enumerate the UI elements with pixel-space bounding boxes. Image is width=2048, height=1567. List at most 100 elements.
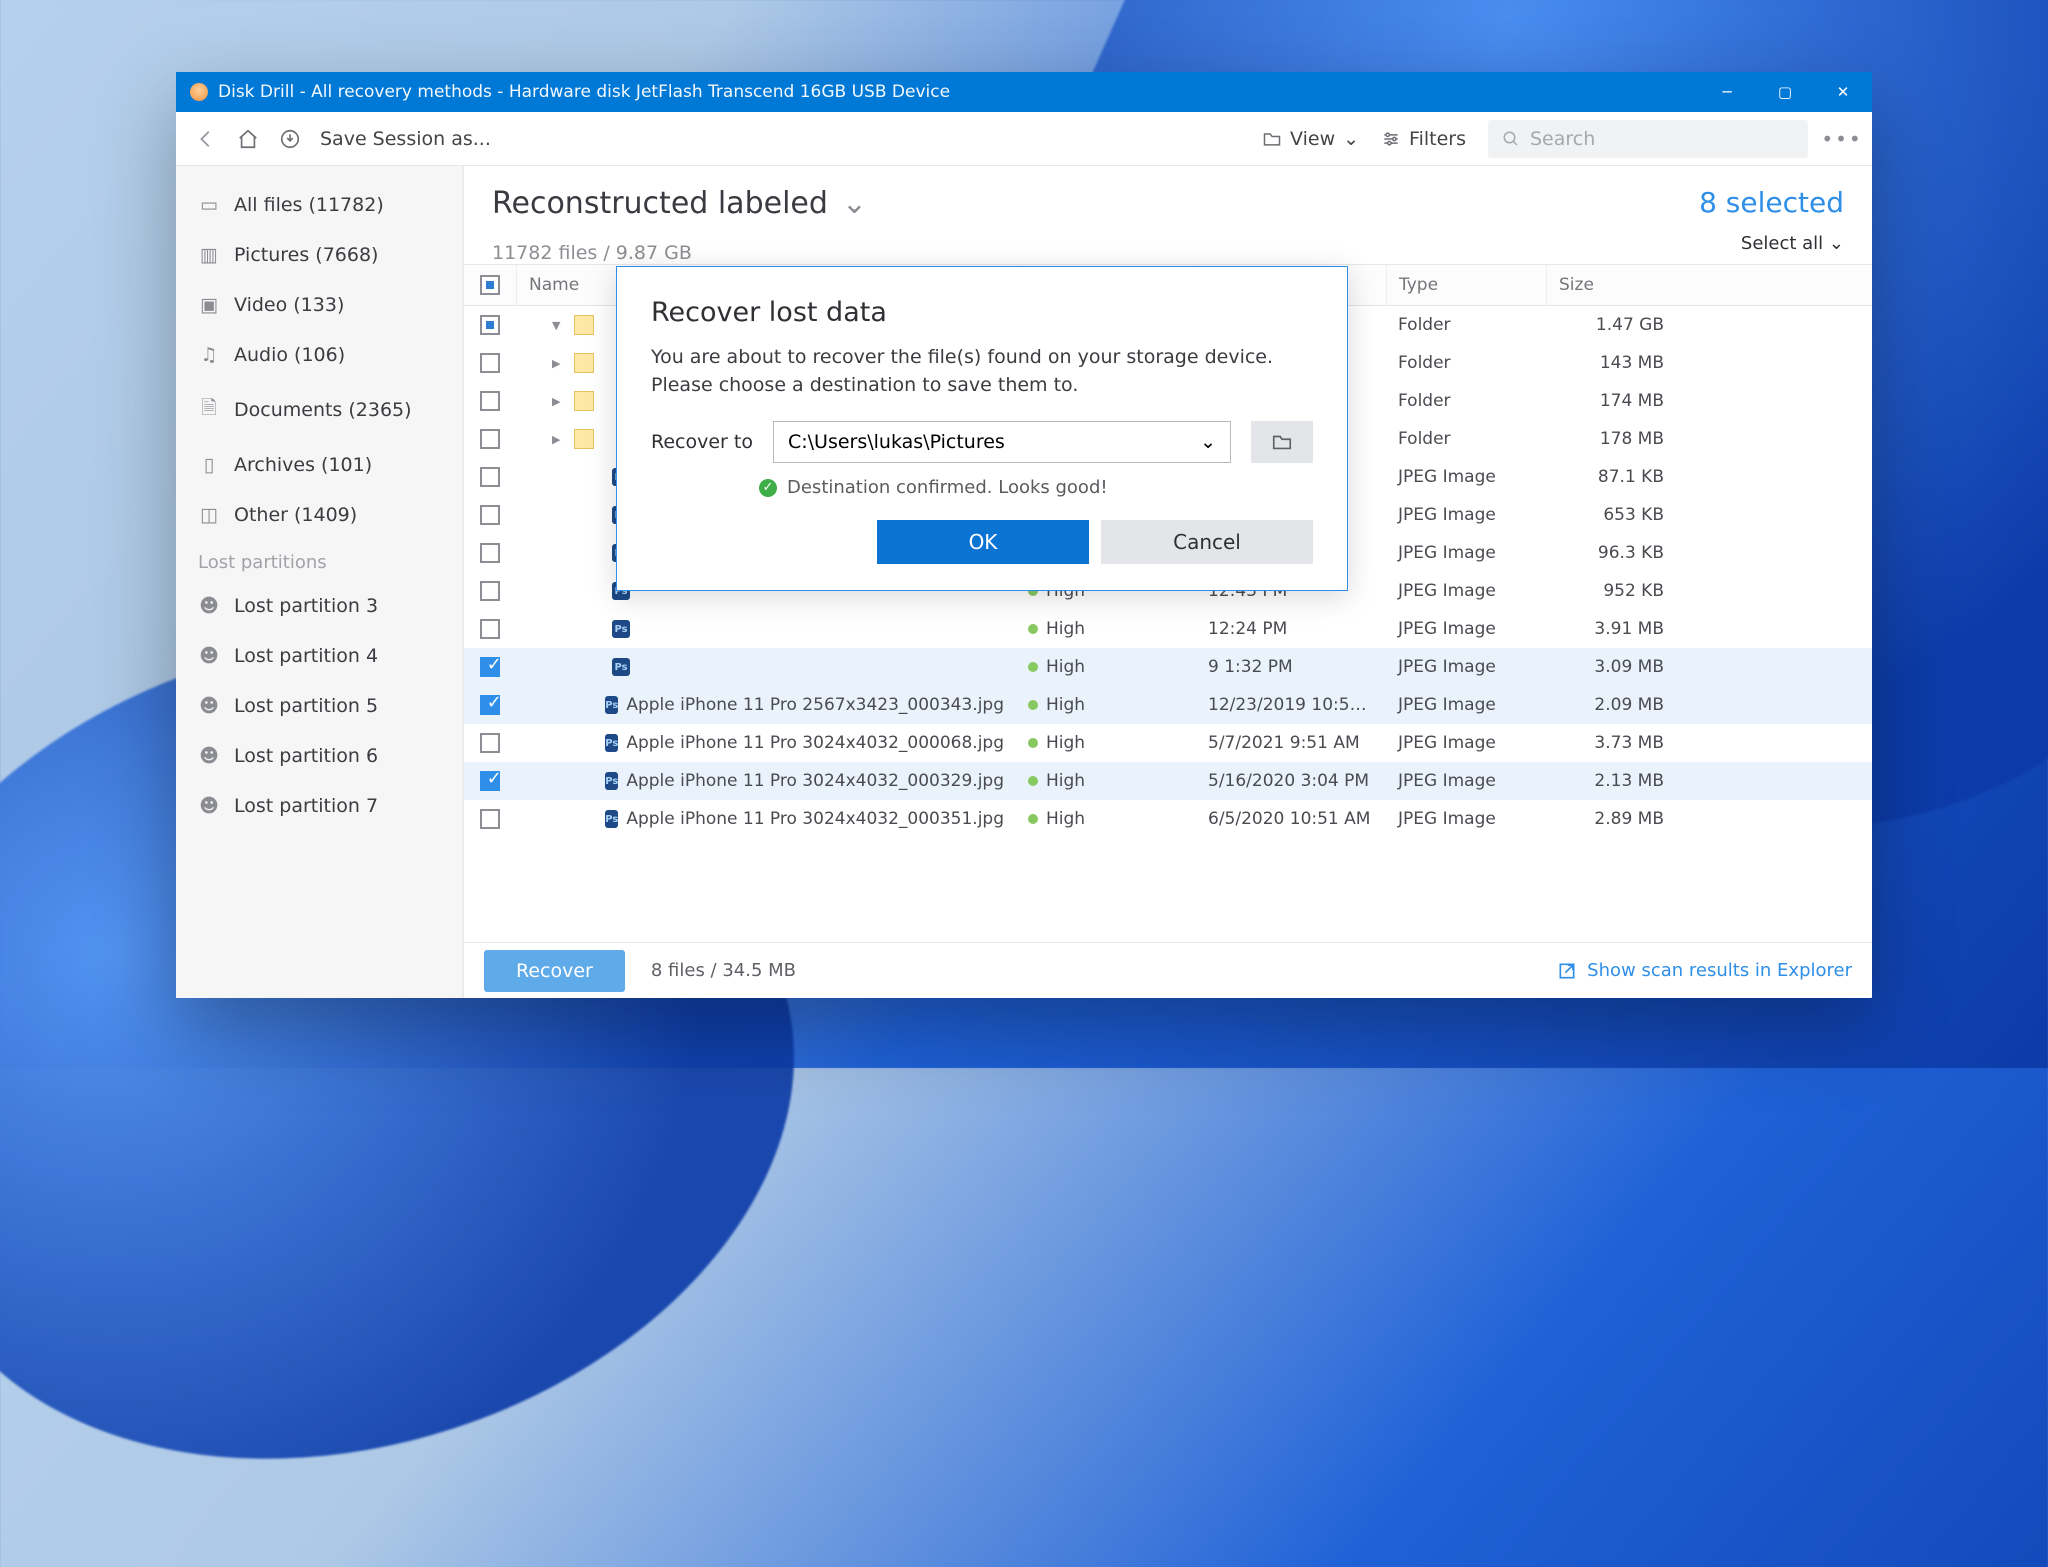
- row-size: 2.89 MB: [1546, 809, 1686, 829]
- sidebar-item-0[interactable]: ▭ All files (11782): [176, 180, 462, 230]
- destination-combo[interactable]: C:\Users\lukas\Pictures ⌄: [773, 421, 1231, 463]
- row-size: 653 KB: [1546, 505, 1686, 525]
- view-dropdown[interactable]: View ⌄: [1262, 128, 1359, 150]
- lost-partition-4[interactable]: ☻Lost partition 7: [176, 781, 462, 831]
- dialog-body: You are about to recover the file(s) fou…: [651, 344, 1313, 399]
- ps-icon: Ps: [605, 696, 618, 714]
- lost-partition-3[interactable]: ☻Lost partition 6: [176, 731, 462, 781]
- row-checkbox[interactable]: [480, 809, 500, 829]
- row-checkbox[interactable]: [480, 467, 500, 487]
- window-title: Disk Drill - All recovery methods - Hard…: [218, 82, 1698, 102]
- row-size: 2.09 MB: [1546, 695, 1686, 715]
- sidebar-item-label: All files (11782): [234, 194, 384, 216]
- select-all[interactable]: Select all ⌄: [1713, 227, 1872, 264]
- row-type: JPEG Image: [1386, 467, 1546, 487]
- toolbar: Save Session as... View ⌄ Filters Search…: [176, 112, 1872, 166]
- row-checkbox[interactable]: [480, 733, 500, 753]
- sidebar-item-5[interactable]: ▯Archives (101): [176, 440, 462, 490]
- show-in-explorer-link[interactable]: Show scan results in Explorer: [1557, 960, 1852, 981]
- breadcrumb-label: Reconstructed labeled: [492, 186, 828, 221]
- row-checkbox[interactable]: [480, 657, 500, 677]
- search-icon: [1502, 130, 1520, 148]
- save-session-icon[interactable]: [278, 127, 302, 151]
- lost-partition-0[interactable]: ☻Lost partition 3: [176, 581, 462, 631]
- sidebar-item-6[interactable]: ◫Other (1409): [176, 490, 462, 540]
- table-row[interactable]: PsHigh12:24 PMJPEG Image3.91 MB: [464, 610, 1872, 648]
- file-name: Apple iPhone 11 Pro 3024x4032_000351.jpg: [626, 809, 1004, 829]
- folder-icon: [574, 315, 594, 335]
- table-row[interactable]: PsApple iPhone 11 Pro 3024x4032_000068.j…: [464, 724, 1872, 762]
- app-icon: [190, 83, 208, 101]
- col-type[interactable]: Type: [1386, 265, 1546, 305]
- row-size: 143 MB: [1546, 353, 1686, 373]
- row-checkbox[interactable]: [480, 581, 500, 601]
- table-row[interactable]: PsApple iPhone 11 Pro 3024x4032_000329.j…: [464, 762, 1872, 800]
- sidebar-item-3[interactable]: ♫Audio (106): [176, 330, 462, 380]
- row-checkbox[interactable]: [480, 695, 500, 715]
- chevron-down-icon: ⌄: [842, 186, 867, 221]
- lost-partition-1[interactable]: ☻Lost partition 4: [176, 631, 462, 681]
- table-row[interactable]: PsApple iPhone 11 Pro 2567x3423_000343.j…: [464, 686, 1872, 724]
- ghost-icon: ☻: [198, 595, 220, 617]
- row-checkbox[interactable]: [480, 771, 500, 791]
- disclosure-icon[interactable]: ▶: [552, 357, 566, 370]
- sidebar-item-icon: ♫: [198, 344, 220, 366]
- sidebar-item-2[interactable]: ▣Video (133): [176, 280, 462, 330]
- sidebar-item-1[interactable]: ▥Pictures (7668): [176, 230, 462, 280]
- row-checkbox[interactable]: [480, 543, 500, 563]
- file-count: 11782 files / 9.87 GB: [464, 240, 720, 264]
- row-type: JPEG Image: [1386, 809, 1546, 829]
- lost-partitions-header: Lost partitions: [176, 540, 462, 581]
- row-checkbox[interactable]: [480, 315, 500, 335]
- maximize-button[interactable]: ▢: [1756, 72, 1814, 112]
- row-type: JPEG Image: [1386, 771, 1546, 791]
- row-checkbox[interactable]: [480, 391, 500, 411]
- ok-button[interactable]: OK: [877, 520, 1089, 564]
- table-row[interactable]: PsApple iPhone 11 Pro 3024x4032_000351.j…: [464, 800, 1872, 838]
- sliders-icon: [1381, 129, 1401, 149]
- close-button[interactable]: ✕: [1814, 72, 1872, 112]
- sidebar-item-icon: 🗎: [198, 394, 220, 426]
- ghost-icon: ☻: [198, 645, 220, 667]
- more-menu[interactable]: •••: [1830, 127, 1854, 151]
- disclosure-icon[interactable]: ▶: [552, 395, 566, 408]
- save-session-label[interactable]: Save Session as...: [320, 128, 491, 150]
- row-chance: High: [1016, 733, 1196, 753]
- folder-icon: [574, 391, 594, 411]
- sidebar-item-label: Archives (101): [234, 454, 372, 476]
- ps-icon: Ps: [605, 734, 618, 752]
- browse-button[interactable]: [1251, 421, 1313, 463]
- col-size[interactable]: Size: [1546, 265, 1686, 305]
- header-checkbox[interactable]: [480, 275, 500, 295]
- sidebar-item-icon: ◫: [198, 504, 220, 526]
- row-size: 174 MB: [1546, 391, 1686, 411]
- row-size: 96.3 KB: [1546, 543, 1686, 563]
- row-checkbox[interactable]: [480, 619, 500, 639]
- table-row[interactable]: PsHigh9 1:32 PMJPEG Image3.09 MB: [464, 648, 1872, 686]
- disclosure-icon[interactable]: ▶: [552, 433, 566, 446]
- cancel-button[interactable]: Cancel: [1101, 520, 1313, 564]
- recover-button[interactable]: Recover: [484, 950, 625, 992]
- search-placeholder: Search: [1530, 128, 1595, 150]
- row-checkbox[interactable]: [480, 353, 500, 373]
- row-checkbox[interactable]: [480, 505, 500, 525]
- row-size: 1.47 GB: [1546, 315, 1686, 335]
- col-checkbox[interactable]: [464, 265, 516, 305]
- lost-partition-2[interactable]: ☻Lost partition 5: [176, 681, 462, 731]
- row-type: JPEG Image: [1386, 505, 1546, 525]
- sidebar-item-icon: ▭: [198, 194, 220, 216]
- disclosure-icon[interactable]: ▼: [552, 319, 566, 332]
- breadcrumb[interactable]: Reconstructed labeled ⌄: [492, 186, 867, 221]
- filters-button[interactable]: Filters: [1381, 128, 1466, 150]
- back-button[interactable]: [194, 127, 218, 151]
- search-input[interactable]: Search: [1488, 120, 1808, 158]
- sidebar-item-4[interactable]: 🗎Documents (2365): [176, 380, 462, 440]
- ghost-icon: ☻: [198, 745, 220, 767]
- sidebar-item-icon: ▣: [198, 294, 220, 316]
- home-button[interactable]: [236, 127, 260, 151]
- titlebar: Disk Drill - All recovery methods - Hard…: [176, 72, 1872, 112]
- row-checkbox[interactable]: [480, 429, 500, 449]
- row-type: JPEG Image: [1386, 695, 1546, 715]
- minimize-button[interactable]: ─: [1698, 72, 1756, 112]
- row-type: Folder: [1386, 429, 1546, 449]
